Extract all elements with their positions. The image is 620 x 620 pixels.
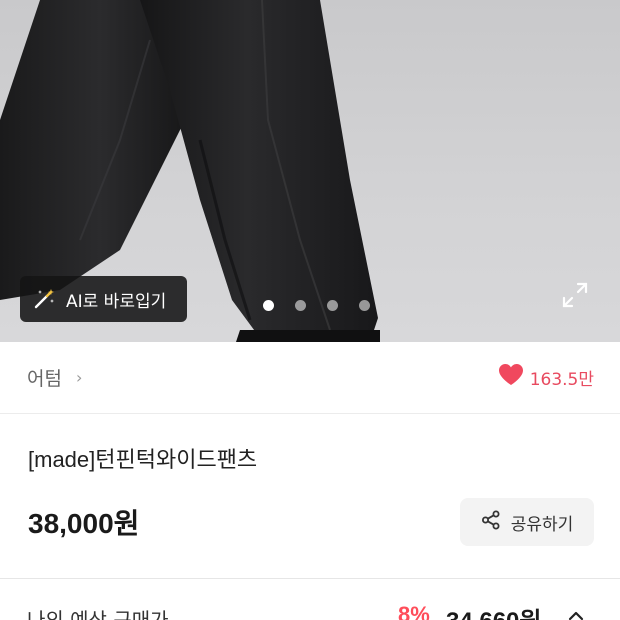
carousel-indicator [263, 300, 370, 311]
brand-link[interactable]: 어텀 › [27, 364, 82, 391]
carousel-dot[interactable] [359, 300, 370, 311]
carousel-dot[interactable] [295, 300, 306, 311]
brand-row: 어텀 › 163.5만 [0, 342, 620, 414]
chevron-up-icon[interactable] [566, 606, 586, 620]
magic-wand-icon [32, 287, 56, 311]
chevron-right-icon: › [75, 368, 83, 387]
expected-price-row[interactable]: 나의 예상 구매가 8% 34,660원 [0, 598, 620, 620]
like-count: 163.5만 [529, 370, 594, 390]
carousel-dot[interactable] [327, 300, 338, 311]
product-price: 38,000원 [28, 508, 140, 539]
ai-try-on-button[interactable]: AI로 바로입기 [20, 276, 187, 322]
share-button[interactable]: 공유하기 [460, 498, 594, 546]
product-image[interactable]: AI로 바로입기 [0, 0, 620, 342]
brand-name: 어텀 [27, 368, 62, 390]
discount-rate: 8% [398, 602, 430, 620]
ai-try-on-label: AI로 바로입기 [66, 291, 167, 312]
heart-icon [498, 363, 524, 392]
expected-price-label: 나의 예상 구매가 [27, 608, 169, 620]
carousel-dot[interactable] [263, 300, 274, 311]
expected-price: 34,660원 [446, 601, 542, 620]
share-label: 공유하기 [510, 514, 574, 535]
share-icon [481, 510, 501, 535]
divider [0, 578, 620, 579]
expand-icon[interactable] [561, 281, 589, 309]
like-button[interactable]: 163.5만 [498, 363, 594, 392]
product-title: [made]턴핀턱와이드팬츠 [28, 447, 258, 472]
